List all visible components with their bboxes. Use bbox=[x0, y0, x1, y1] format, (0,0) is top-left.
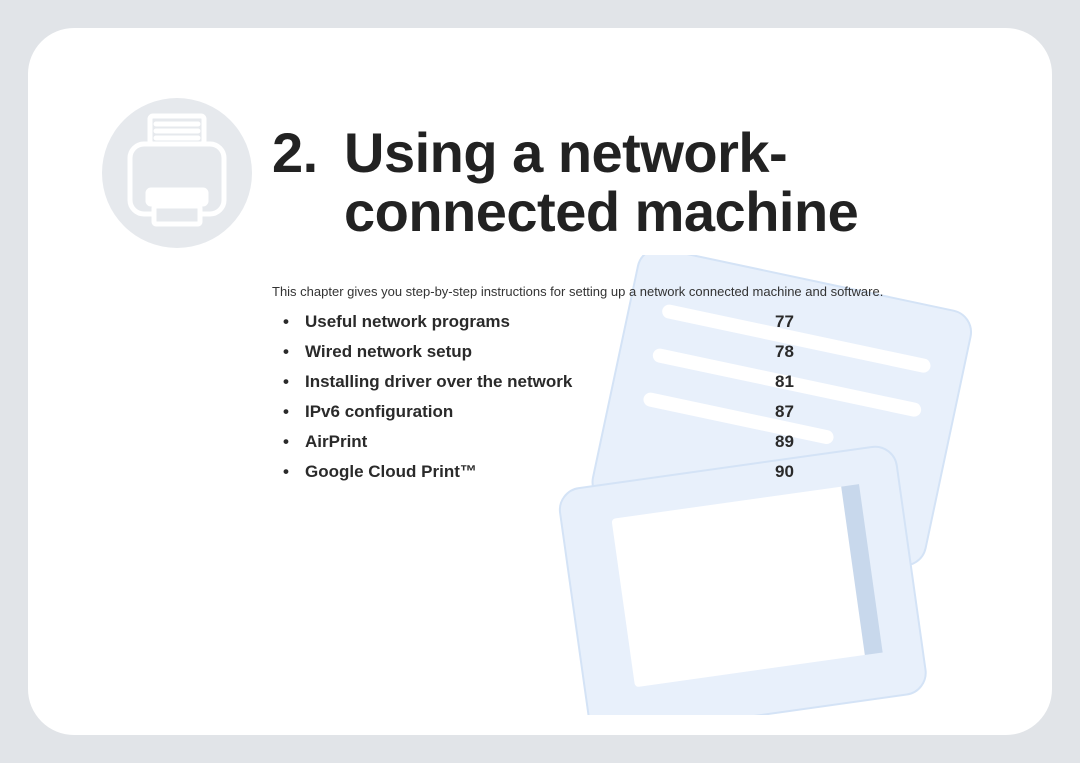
chapter-intro: This chapter gives you step-by-step inst… bbox=[272, 284, 883, 299]
printer-icon bbox=[102, 98, 252, 248]
toc-page: 81 bbox=[775, 372, 815, 392]
toc-item[interactable]: • IPv6 configuration 87 bbox=[283, 402, 815, 432]
toc-page: 78 bbox=[775, 342, 815, 362]
toc-label: Wired network setup bbox=[305, 342, 775, 362]
toc-item[interactable]: • Installing driver over the network 81 bbox=[283, 372, 815, 402]
toc-page: 87 bbox=[775, 402, 815, 422]
chapter-title-line1: Using a network- bbox=[344, 121, 787, 184]
bullet-icon: • bbox=[283, 402, 305, 422]
bullet-icon: • bbox=[283, 342, 305, 362]
bullet-icon: • bbox=[283, 462, 305, 482]
toc-item[interactable]: • AirPrint 89 bbox=[283, 432, 815, 462]
toc-item[interactable]: • Google Cloud Print™ 90 bbox=[283, 462, 815, 492]
toc-label: Installing driver over the network bbox=[305, 372, 775, 392]
toc-list: • Useful network programs 77 • Wired net… bbox=[283, 312, 815, 492]
bullet-icon: • bbox=[283, 312, 305, 332]
toc-item[interactable]: • Wired network setup 78 bbox=[283, 342, 815, 372]
toc-label: AirPrint bbox=[305, 432, 775, 452]
bullet-icon: • bbox=[283, 432, 305, 452]
chapter-title: 2.Using a network- connected machine bbox=[272, 124, 858, 242]
toc-label: Google Cloud Print™ bbox=[305, 462, 775, 482]
toc-label: IPv6 configuration bbox=[305, 402, 775, 422]
page-card: 2.Using a network- connected machine Thi… bbox=[28, 28, 1052, 735]
toc-page: 90 bbox=[775, 462, 815, 482]
bullet-icon: • bbox=[283, 372, 305, 392]
toc-page: 77 bbox=[775, 312, 815, 332]
toc-page: 89 bbox=[775, 432, 815, 452]
chapter-title-line2: connected machine bbox=[272, 183, 858, 242]
chapter-number: 2. bbox=[272, 124, 344, 183]
toc-label: Useful network programs bbox=[305, 312, 775, 332]
toc-item[interactable]: • Useful network programs 77 bbox=[283, 312, 815, 342]
